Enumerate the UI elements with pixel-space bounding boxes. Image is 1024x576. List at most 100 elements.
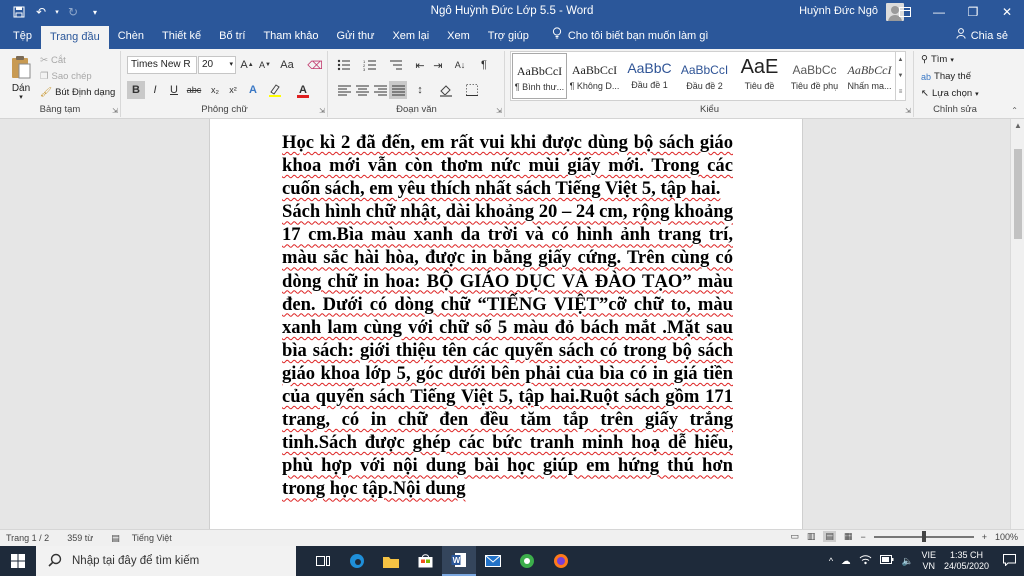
- tab-review[interactable]: Xem lại: [383, 24, 438, 49]
- borders-icon[interactable]: [463, 81, 481, 99]
- gallery-scroll[interactable]: ▲ ▼ ≡: [895, 52, 905, 100]
- language-indicator[interactable]: Tiếng Việt: [132, 533, 172, 543]
- align-center-icon[interactable]: [353, 81, 371, 99]
- align-right-icon[interactable]: [371, 81, 389, 99]
- customize-qat-icon[interactable]: ▾: [84, 1, 106, 23]
- scroll-up-icon[interactable]: ▲: [1014, 121, 1022, 130]
- paste-button[interactable]: Dán ▾: [6, 54, 36, 101]
- superscript-button[interactable]: x²: [224, 81, 242, 99]
- clock[interactable]: 1:35 CH 24/05/2020: [944, 550, 989, 572]
- word-count[interactable]: 359 từ: [67, 533, 93, 543]
- edge-browser-icon[interactable]: [340, 546, 374, 576]
- dialog-launcher-icon[interactable]: ⇲: [496, 107, 502, 115]
- wifi-icon[interactable]: [859, 554, 872, 568]
- input-language[interactable]: VIE VN: [921, 550, 936, 572]
- tab-view[interactable]: Xem: [438, 24, 479, 49]
- zoom-out-icon[interactable]: −: [860, 532, 865, 542]
- notifications-icon[interactable]: [1003, 553, 1016, 569]
- minimize-button[interactable]: —: [922, 0, 956, 24]
- tab-layout[interactable]: Bố trí: [210, 24, 254, 49]
- shrink-font-icon[interactable]: A ▼: [256, 56, 274, 74]
- change-case-icon[interactable]: Aa: [276, 56, 298, 74]
- bullets-icon[interactable]: [335, 56, 353, 74]
- tell-me-box[interactable]: Cho tôi biết bạn muốn làm gì: [552, 24, 708, 49]
- dialog-launcher-icon[interactable]: ⇲: [319, 107, 325, 115]
- style-heading-1[interactable]: AaBbC Đầu đề 1: [622, 53, 677, 99]
- replace-button[interactable]: ab Thay thế: [921, 71, 971, 82]
- firefox-icon[interactable]: [544, 546, 578, 576]
- speaker-icon[interactable]: 🔈: [902, 556, 914, 567]
- highlight-icon[interactable]: [266, 81, 284, 99]
- zoom-slider-knob[interactable]: [921, 530, 926, 542]
- document-body[interactable]: Học kì 2 đã đến, em rất vui khi được dùn…: [282, 131, 733, 501]
- show-marks-icon[interactable]: ¶: [475, 56, 493, 74]
- proofing-icon[interactable]: ▤: [111, 533, 120, 544]
- start-button[interactable]: [0, 546, 36, 576]
- select-button[interactable]: ↖ Lựa chọn ▾: [921, 88, 979, 99]
- underline-button[interactable]: U: [165, 81, 183, 99]
- redo-icon[interactable]: ↻: [62, 1, 84, 23]
- user-name[interactable]: Huỳnh Đức Ngô: [799, 5, 878, 17]
- paragraph-2[interactable]: Sách hình chữ nhật, dài khoảng 20 – 24 c…: [282, 200, 733, 500]
- mail-icon[interactable]: [476, 546, 510, 576]
- text-effects-icon[interactable]: A: [244, 81, 262, 99]
- line-spacing-icon[interactable]: ↕: [411, 81, 429, 99]
- web-layout-icon[interactable]: ▦: [844, 531, 853, 542]
- shading-icon[interactable]: [437, 81, 455, 99]
- restore-button[interactable]: ❐: [956, 0, 990, 24]
- undo-icon[interactable]: ↶: [30, 1, 52, 23]
- store-icon[interactable]: [408, 546, 442, 576]
- dialog-launcher-icon[interactable]: ⇲: [112, 107, 118, 115]
- dialog-launcher-icon[interactable]: ⇲: [905, 107, 911, 115]
- bold-button[interactable]: B: [127, 81, 145, 99]
- numbering-icon[interactable]: 123: [361, 56, 379, 74]
- document-page[interactable]: Học kì 2 đã đến, em rất vui khi được dùn…: [209, 119, 803, 529]
- font-size-box[interactable]: 20 ▾: [198, 56, 236, 74]
- focus-mode-icon[interactable]: ▭: [790, 531, 799, 542]
- find-button[interactable]: ⚲ Tìm ▾: [921, 54, 954, 65]
- page-count[interactable]: Trang 1 / 2: [6, 533, 49, 543]
- ribbon-display-options-icon[interactable]: [888, 0, 922, 24]
- subscript-button[interactable]: x₂: [206, 81, 224, 99]
- font-name-box[interactable]: Times New R: [127, 56, 197, 74]
- tab-mailings[interactable]: Gửi thư: [327, 24, 383, 49]
- cloud-icon[interactable]: ☁: [841, 556, 851, 567]
- word-app-icon[interactable]: W: [442, 546, 476, 576]
- justify-icon[interactable]: [389, 81, 407, 99]
- task-view-icon[interactable]: [306, 546, 340, 576]
- strikethrough-button[interactable]: abc: [185, 81, 203, 99]
- tab-design[interactable]: Thiết kế: [153, 24, 210, 49]
- style-title[interactable]: AaE Tiêu đề: [732, 53, 787, 99]
- style-emphasis[interactable]: AaBbCcI Nhấn ma...: [842, 53, 897, 99]
- tab-home[interactable]: Trang đầu: [40, 26, 109, 49]
- show-hidden-icons-icon[interactable]: ^: [829, 556, 833, 566]
- align-left-icon[interactable]: [335, 81, 353, 99]
- tab-insert[interactable]: Chèn: [109, 24, 153, 49]
- file-explorer-icon[interactable]: [374, 546, 408, 576]
- increase-indent-icon[interactable]: ⇥: [429, 56, 447, 74]
- green-app-icon[interactable]: [510, 546, 544, 576]
- print-layout-icon[interactable]: ▤: [823, 531, 836, 542]
- undo-dropdown-icon[interactable]: ▾: [52, 1, 62, 23]
- style-no-spacing[interactable]: AaBbCcI ¶ Không D...: [567, 53, 622, 99]
- style-normal[interactable]: AaBbCcI ¶ Bình thư...: [512, 53, 567, 99]
- read-mode-icon[interactable]: ▥: [807, 531, 816, 542]
- tab-file[interactable]: Tệp: [4, 24, 41, 49]
- tab-help[interactable]: Trợ giúp: [479, 24, 538, 49]
- scroll-thumb[interactable]: [1014, 149, 1022, 239]
- sort-icon[interactable]: A↓: [451, 56, 469, 74]
- share-button[interactable]: Chia sẻ: [956, 24, 1008, 49]
- copy-button[interactable]: ❐ Sao chép: [40, 71, 92, 82]
- zoom-level[interactable]: 100%: [995, 532, 1018, 542]
- zoom-slider[interactable]: [873, 530, 974, 542]
- save-icon[interactable]: [8, 1, 30, 23]
- style-heading-2[interactable]: AaBbCcI Đầu đề 2: [677, 53, 732, 99]
- battery-icon[interactable]: [879, 555, 894, 567]
- format-painter-button[interactable]: 🖌 Bút Định dạng: [40, 87, 115, 98]
- tab-references[interactable]: Tham khảo: [254, 24, 327, 49]
- multilevel-list-icon[interactable]: [387, 56, 405, 74]
- zoom-in-icon[interactable]: +: [982, 532, 987, 542]
- clear-formatting-icon[interactable]: ⌫: [306, 56, 324, 74]
- font-color-icon[interactable]: A: [294, 81, 312, 99]
- cut-button[interactable]: ✂ Cắt: [40, 55, 66, 66]
